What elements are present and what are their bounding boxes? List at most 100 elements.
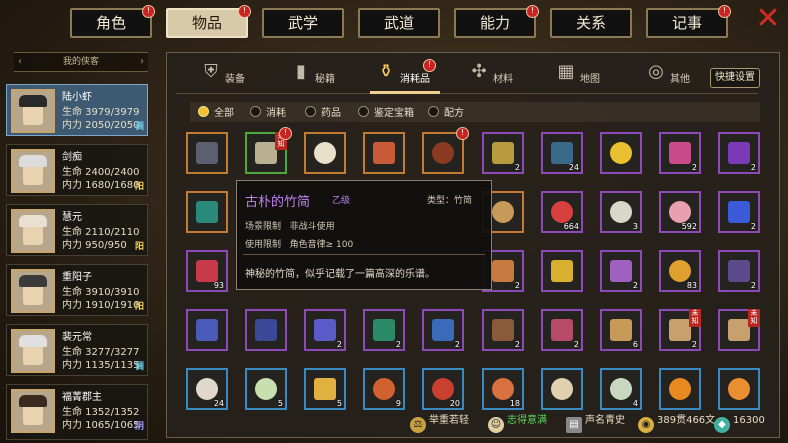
item-slot[interactable]: 5 (304, 368, 346, 410)
divider (176, 93, 758, 94)
item-slot[interactable]: 3 (600, 191, 642, 233)
filter-consumable[interactable]: 消耗 (250, 104, 286, 120)
item-slot[interactable]: 5 (245, 368, 287, 410)
character-card[interactable]: 剑痴 生命 2400/2400 内力 1680/1680 阳 (6, 144, 148, 196)
tooltip-item-name: 古朴的竹简 (245, 195, 311, 210)
character-name: 剑痴 (62, 152, 82, 163)
tab-character[interactable]: 角色! (70, 5, 155, 38)
item-slot[interactable]: 592 (659, 191, 701, 233)
tab-abilities[interactable]: 能力! (454, 5, 539, 38)
herb-icon: ✣ (471, 61, 487, 82)
gem-icon: ◆ (714, 417, 730, 433)
item-slot[interactable]: 93 (186, 250, 228, 292)
item-slot[interactable]: ! (422, 127, 469, 174)
armor-icon: ⛨ (204, 61, 218, 82)
item-slot[interactable] (541, 368, 583, 410)
item-slot[interactable]: 2 (718, 132, 760, 174)
item-slot[interactable]: 6 (600, 309, 642, 351)
item-slot[interactable]: 9 (363, 368, 405, 410)
character-card[interactable]: 重阳子 生命 3910/3910 内力 1910/1910 阳 (6, 264, 148, 316)
avatar (11, 149, 55, 193)
notice-badge: ! (526, 5, 539, 18)
tab-journal[interactable]: 记事! (646, 5, 731, 38)
item-slot[interactable]: 20 (422, 368, 464, 410)
item-slot[interactable]: 2 (600, 250, 642, 292)
close-icon[interactable]: ✕ (754, 4, 782, 34)
notice-badge: ! (423, 59, 436, 72)
character-name: 福菁郡主 (62, 392, 102, 403)
tab-relations[interactable]: 关系 (550, 8, 632, 38)
avatar (11, 89, 55, 133)
item-slot[interactable]: 18 (482, 368, 524, 410)
item-slot[interactable] (186, 191, 228, 233)
notice-badge: ! (718, 5, 731, 18)
character-card[interactable]: 裴元常 生命 3277/3277 内力 1135/1135 调 (6, 324, 148, 376)
character-tag: 阳 (134, 302, 144, 312)
item-slot[interactable] (718, 368, 760, 410)
item-slot[interactable]: 83 (659, 250, 701, 292)
item-slot[interactable]: 未知 (718, 309, 760, 351)
weight-status: ⚖ 举重若轻 (410, 410, 469, 433)
tab-items[interactable]: 物品! (166, 5, 251, 38)
item-slot[interactable] (659, 368, 701, 410)
item-slot[interactable]: 2 (422, 309, 464, 351)
item-slot[interactable]: 2 (482, 132, 524, 174)
chevron-left-icon[interactable]: ‹ (18, 53, 22, 71)
item-slot[interactable] (600, 132, 642, 174)
item-slot[interactable] (304, 132, 346, 174)
item-slot[interactable]: 未知! (245, 127, 292, 174)
potion-icon: ⚱ (378, 61, 394, 82)
item-slot[interactable]: 2 (718, 191, 760, 233)
item-slot[interactable] (186, 132, 228, 174)
character-card[interactable]: 陆小虾 生命 3979/3979 内力 2050/2050 调 (6, 84, 148, 136)
character-tag: 阳 (134, 242, 144, 252)
character-tag: 调 (134, 122, 144, 132)
tooltip-description: 神秘的竹简，似乎记载了一篇高深的乐谱。 (245, 269, 435, 280)
chevron-right-icon[interactable]: › (140, 53, 144, 71)
item-slot[interactable]: 2 (304, 309, 346, 351)
item-slot[interactable]: 664 (541, 191, 583, 233)
sidebar-header: ‹ 我的侠客 › (14, 52, 148, 72)
item-slot[interactable] (363, 132, 405, 174)
item-slot[interactable] (186, 309, 228, 351)
filter-treasure-chest[interactable]: 鉴定宝箱 (358, 104, 414, 120)
item-slot[interactable]: 2 (718, 250, 760, 292)
character-name: 慧元 (62, 212, 82, 223)
character-name: 裴元常 (62, 332, 92, 343)
gem-status: ◆ 16300 (714, 410, 765, 433)
item-slot[interactable]: 24 (186, 368, 228, 410)
character-card[interactable]: 慧元 生命 2110/2110 内力 950/950 阳 (6, 204, 148, 256)
item-slot[interactable] (245, 309, 287, 351)
item-slot[interactable]: 未知 2 (659, 309, 701, 351)
item-slot[interactable]: 4 (600, 368, 642, 410)
character-name: 陆小虾 (62, 92, 92, 103)
item-slot[interactable]: 2 (541, 309, 583, 351)
character-card[interactable]: 福菁郡主 生命 1352/1352 内力 1065/1065 阴 (6, 384, 148, 440)
item-slot[interactable]: 2 (482, 309, 524, 351)
notice-badge: ! (238, 5, 251, 18)
tooltip-use-label: 使用限制 角色音律≥ 100 (245, 240, 354, 250)
character-mp: 内力 1680/1680 (62, 180, 140, 191)
filter-all[interactable]: 全部 (198, 104, 234, 120)
filter-recipe[interactable]: 配方 (428, 104, 464, 120)
item-slot[interactable]: 2 (363, 309, 405, 351)
item-slot[interactable]: 2 (659, 132, 701, 174)
tab-martial-arts[interactable]: 武学 (262, 8, 344, 38)
tooltip-scene-label: 场景限制 非战斗使用 (245, 222, 335, 232)
item-slot[interactable]: 24 (541, 132, 583, 174)
quick-settings-button[interactable]: 快捷设置 (710, 68, 760, 88)
tab-martial-path[interactable]: 武道 (358, 8, 440, 38)
face-icon: ☺ (488, 417, 504, 433)
misc-icon: ◎ (648, 61, 664, 82)
item-slot[interactable] (541, 250, 583, 292)
notice-badge: ! (142, 5, 155, 18)
character-mp: 内力 2050/2050 (62, 120, 140, 131)
active-category-indicator (370, 91, 440, 94)
character-tag: 阴 (134, 422, 144, 432)
tooltip-grade: 乙级 (332, 196, 351, 206)
filter-medicine[interactable]: 药品 (305, 104, 341, 120)
mood-status: ☺ 志得意满 (488, 410, 547, 433)
character-mp: 内力 1065/1065 (62, 420, 140, 431)
character-name: 重阳子 (62, 272, 92, 283)
scroll-icon: ▤ (566, 417, 582, 433)
